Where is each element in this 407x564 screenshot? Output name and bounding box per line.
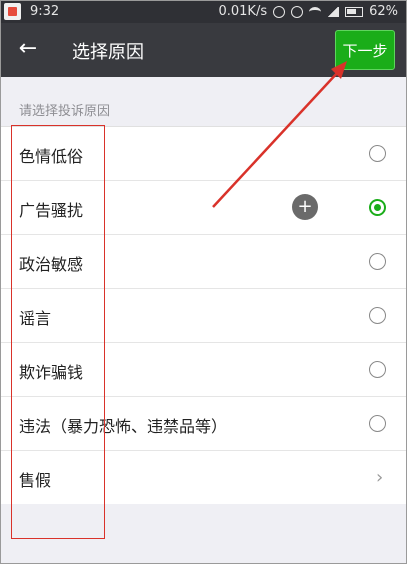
screen: 9:32 0.01K/s 62% ← 选择原因 下一步 请选择投诉原因 色情低俗… [0,0,407,564]
annotation-arrow [212,61,347,208]
